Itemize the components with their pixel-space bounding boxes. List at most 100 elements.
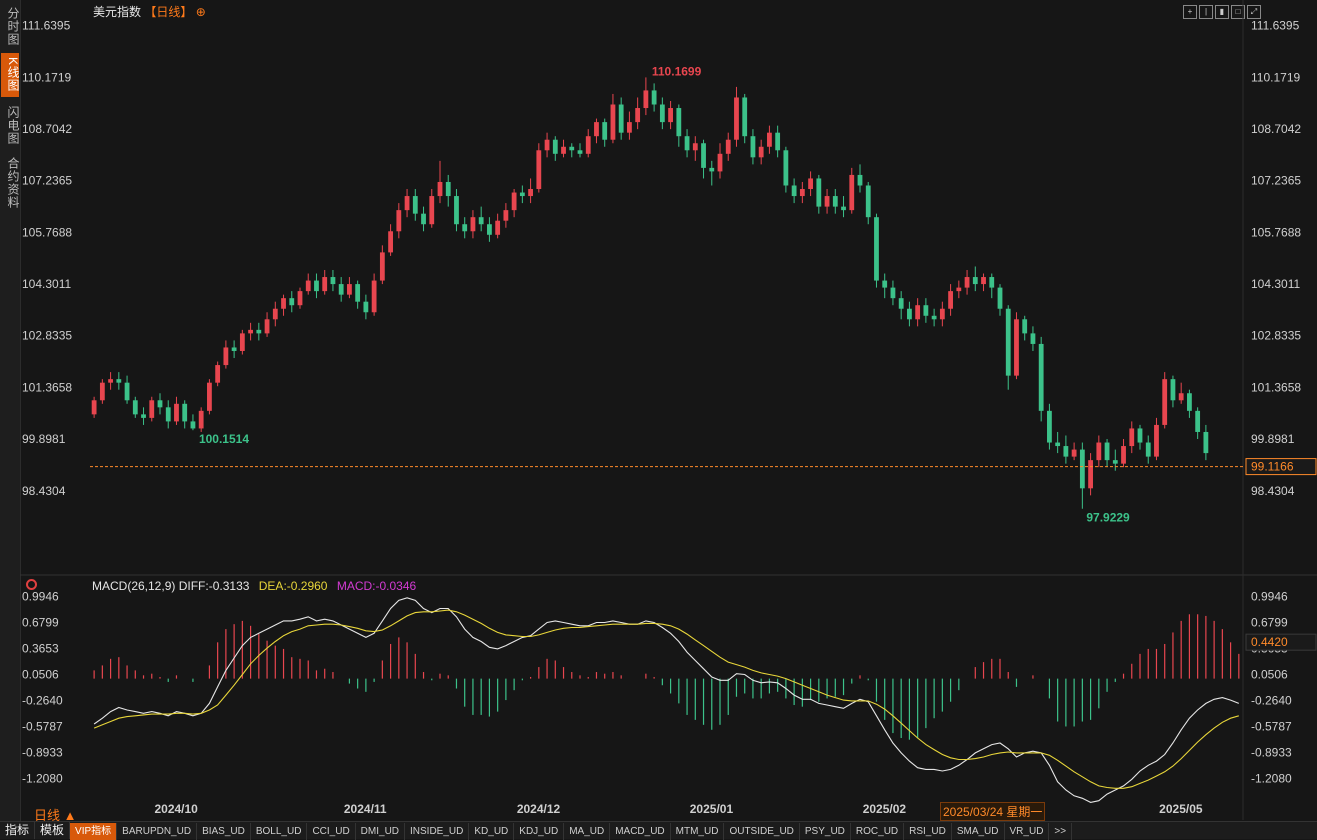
macd-params: MACD(26,12,9) xyxy=(92,579,176,593)
indicator-tab-macd-ud[interactable]: MACD_UD xyxy=(610,823,671,840)
candle-body xyxy=(931,315,937,320)
macd-axis-label-left: 0.0506 xyxy=(22,667,59,681)
candle-body xyxy=(791,185,797,197)
price-axis-label-right: 98.4304 xyxy=(1251,484,1295,498)
indicator-tab-dmi-ud[interactable]: DMI_UD xyxy=(356,823,406,840)
candle-body xyxy=(915,305,921,320)
indicator-tab-roc-ud[interactable]: ROC_UD xyxy=(851,823,905,840)
indicator-tab-kdj-ud[interactable]: KDJ_UD xyxy=(514,823,565,840)
candle-body xyxy=(956,287,962,292)
price-axis-label-left: 108.7042 xyxy=(22,122,72,136)
indicator-tab-outside-ud[interactable]: OUTSIDE_UD xyxy=(724,823,800,840)
candle-body xyxy=(651,90,657,105)
indicator-tab--[interactable]: 模板 xyxy=(35,822,71,839)
candle-body xyxy=(149,400,155,418)
indicator-tab-inside-ud[interactable]: INSIDE_UD xyxy=(405,823,470,840)
candle-body xyxy=(182,403,188,422)
candle-body xyxy=(577,150,583,154)
candle-body xyxy=(462,224,468,232)
candle-body xyxy=(997,287,1003,309)
candle-body xyxy=(470,217,476,232)
current-price-label: 99.1166 xyxy=(1251,460,1294,474)
indicator-tab-barupdn-ud[interactable]: BARUPDN_UD xyxy=(117,823,198,840)
candle-body xyxy=(841,206,846,211)
indicator-tab-vip-[interactable]: VIP指标 xyxy=(70,823,118,840)
side-tab-kline[interactable]: K线图 xyxy=(1,53,20,97)
indicator-tab-vr-ud[interactable]: VR_UD xyxy=(1005,823,1050,840)
indicator-tab-kd-ud[interactable]: KD_UD xyxy=(469,823,515,840)
macd-axis-label-right: 0.9946 xyxy=(1251,590,1288,604)
candle-body xyxy=(519,192,525,197)
candle-body xyxy=(132,400,138,415)
candle-body xyxy=(174,403,179,422)
candle-body xyxy=(939,308,945,320)
price-axis-label-right: 105.7688 xyxy=(1251,225,1301,239)
candle-body xyxy=(99,382,105,401)
candle-body xyxy=(1030,333,1036,344)
indicator-tab-boll-ud[interactable]: BOLL_UD xyxy=(251,823,308,840)
candle-body xyxy=(1162,379,1168,425)
candle-body xyxy=(701,143,706,168)
candle-body xyxy=(643,90,649,109)
candle-body xyxy=(808,178,813,190)
diff-line xyxy=(93,597,1240,803)
indicator-tab-bar: 指标 模板 VIP指标 BARUPDN_UD BIAS_UD BOLL_UD CCI_UD D… xyxy=(0,821,1317,840)
candle-body xyxy=(404,196,410,211)
candle-body xyxy=(454,196,459,225)
side-tab-flash[interactable]: 闪电图 xyxy=(1,102,20,148)
macd-axis-label-left: 0.3653 xyxy=(22,641,59,655)
price-axis-label-left: 107.2365 xyxy=(22,174,72,188)
candle-body xyxy=(231,347,237,351)
candle-body xyxy=(108,379,113,383)
candle-body xyxy=(767,132,772,147)
candle-body xyxy=(1178,393,1184,401)
indicator-tab-psy-ud[interactable]: PSY_UD xyxy=(800,823,851,840)
candle-body xyxy=(396,210,402,232)
indicator-tab-cci-ud[interactable]: CCI_UD xyxy=(307,823,356,840)
candle-body xyxy=(857,174,863,186)
candle-body xyxy=(668,108,673,123)
side-tab-timeshare[interactable]: 分时图 xyxy=(1,4,20,48)
candle-body xyxy=(552,139,558,154)
price-axis-label-left: 101.3658 xyxy=(22,380,72,394)
candle-body xyxy=(775,132,781,151)
price-axis-label-right: 102.8335 xyxy=(1251,329,1301,343)
chart-canvas[interactable]: 111.6395 111.6395 110.1719 110.1719 108.7042… xyxy=(20,0,1317,820)
candle-body xyxy=(758,146,764,158)
candle-body xyxy=(388,231,393,253)
indicator-tab-rsi-ud[interactable]: RSI_UD xyxy=(904,823,952,840)
indicator-tab-bias-ud[interactable]: BIAS_UD xyxy=(197,823,251,840)
side-tab-contract-info[interactable]: 合约资料 xyxy=(1,153,20,213)
indicator-tab--[interactable]: 指标 xyxy=(0,822,36,839)
candle-body xyxy=(330,277,336,285)
price-axis-label-right: 101.3658 xyxy=(1251,380,1301,394)
indicator-tab-sma-ud[interactable]: SMA_UD xyxy=(952,823,1005,840)
candle-body xyxy=(659,104,665,123)
candle-body xyxy=(511,192,517,211)
candle-body xyxy=(907,308,912,320)
candle-body xyxy=(1154,424,1159,457)
indicator-tab--[interactable]: >> xyxy=(1049,823,1073,840)
candle-body xyxy=(495,220,501,235)
sidebar: 分时图 K线图 闪电图 合约资料 xyxy=(0,0,21,838)
indicator-tab-mtm-ud[interactable]: MTM_UD xyxy=(671,823,725,840)
candle-body xyxy=(923,305,929,316)
candle-body xyxy=(305,280,311,292)
candle-body xyxy=(882,280,888,288)
indicator-settings-icon[interactable] xyxy=(26,579,37,590)
candle-body xyxy=(322,277,328,292)
candle-body xyxy=(1104,442,1110,461)
date-axis-label: 2025/02 xyxy=(863,802,907,816)
macd-axis-label-left: -1.2080 xyxy=(22,771,63,785)
price-axis-label-left: 105.7688 xyxy=(22,225,72,239)
candle-body xyxy=(898,298,904,309)
dea-value: DEA:-0.2960 xyxy=(258,579,328,593)
candle-body xyxy=(1063,446,1069,457)
candle-body xyxy=(981,277,986,285)
candle-body xyxy=(264,319,270,334)
candle-body xyxy=(289,298,295,306)
dea-line xyxy=(93,609,1239,789)
candle-body xyxy=(215,365,221,383)
indicator-tab-ma-ud[interactable]: MA_UD xyxy=(564,823,611,840)
candle-body xyxy=(602,122,608,140)
